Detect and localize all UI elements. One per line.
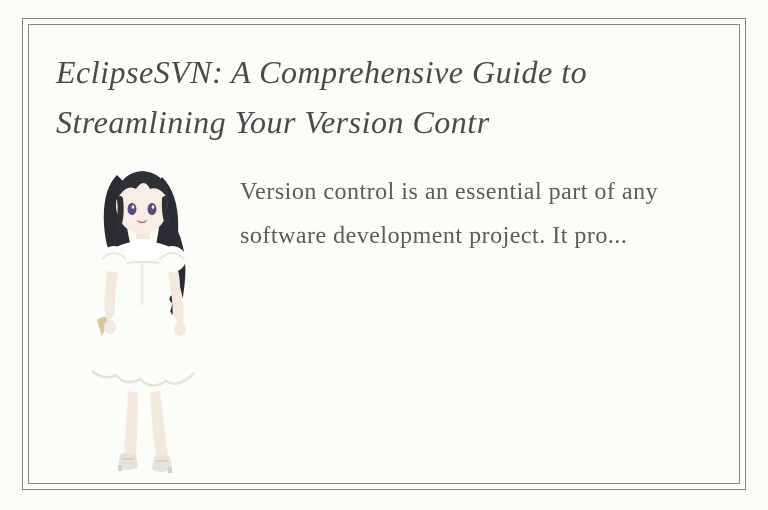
character-illustration — [62, 155, 222, 485]
article-title: EclipseSVN: A Comprehensive Guide to Str… — [56, 48, 716, 147]
article-excerpt: Version control is an essential part of … — [240, 170, 730, 259]
